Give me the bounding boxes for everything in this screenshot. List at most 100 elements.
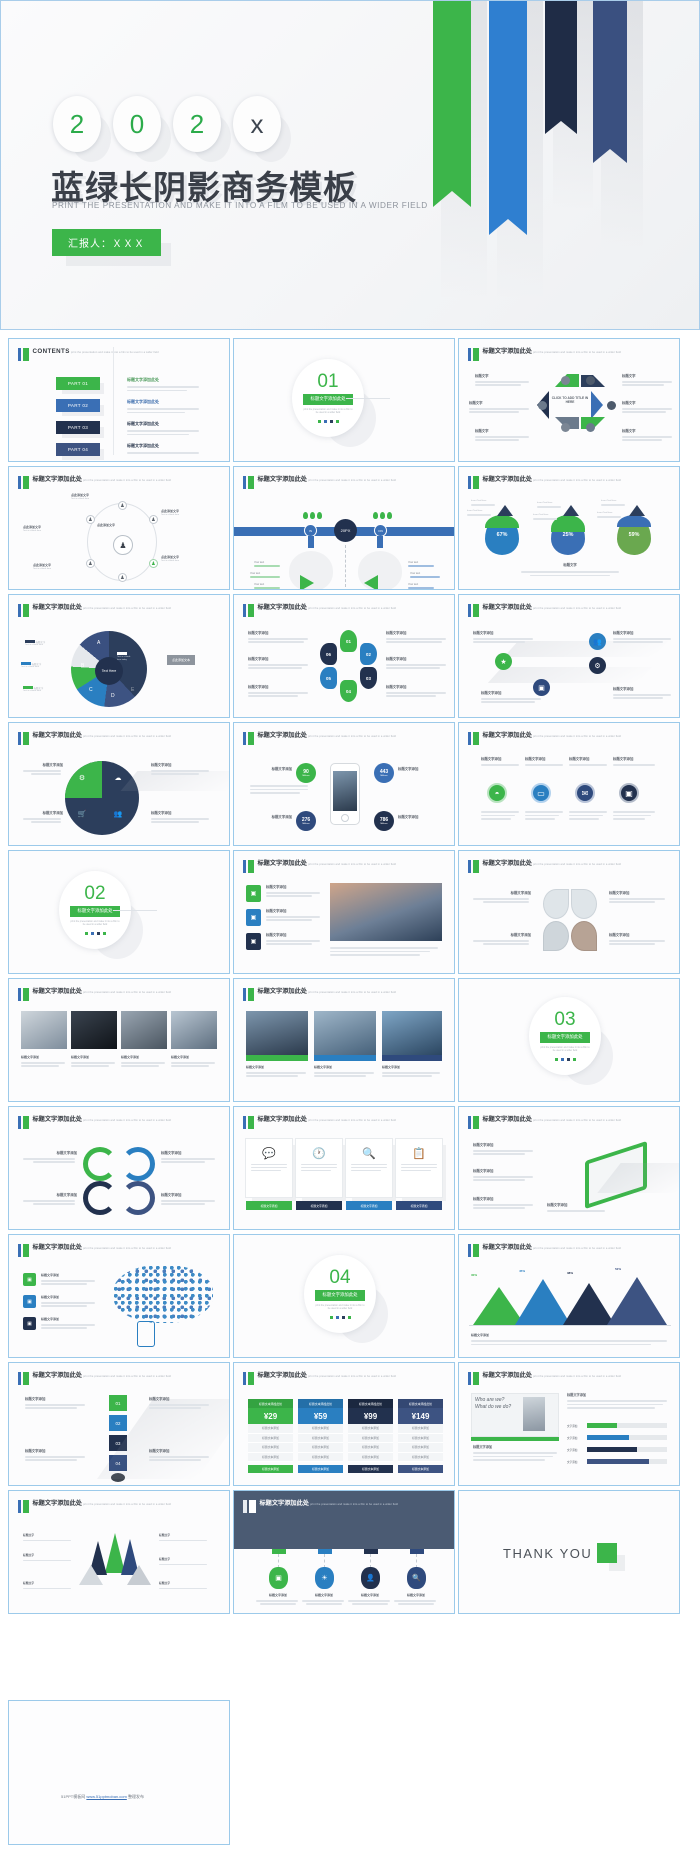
slide-title: 标题文字添加此处 (257, 860, 308, 867)
part-title: 标题文字添加此处 (127, 443, 159, 448)
wheel-node-icon (561, 376, 570, 385)
card-button[interactable]: 标题文字添加 (296, 1201, 342, 1210)
slide-subtitle: print the presentation and make it into … (533, 607, 621, 610)
thumb-phone-stats[interactable]: 标题文字添加此处 print the presentation and make… (233, 722, 455, 846)
footer-credits: 51PPT模板网 www.51pptmoban.com 整理发布 (61, 1794, 144, 1800)
thumb-section-04[interactable]: 04 标题文字添加此处 print the presentation and m… (233, 1234, 455, 1358)
part-chip[interactable]: PART 01 (56, 377, 100, 390)
part-title: 标题文字添加此处 (127, 377, 159, 382)
thumb-section-03[interactable]: 03 标题文字添加此处 print the presentation and m… (458, 978, 680, 1102)
card-button[interactable]: 标题文字添加 (246, 1201, 292, 1210)
thumb-card-row[interactable]: 标题文字添加此处 print the presentation and make… (233, 1106, 455, 1230)
price-head: 标题文本添加此处 (398, 1399, 443, 1408)
timeline-label: 标题文字添加 (406, 1593, 425, 1597)
petal: 02 (360, 643, 377, 665)
origami-label: 标题文字 (159, 1557, 171, 1561)
thumb-circle-icons[interactable]: 标题文字添加此处 print the presentation and make… (8, 722, 230, 846)
thumb-contents[interactable]: CONTENTS print the presentation and make… (8, 338, 230, 462)
thumb-arrows-cycle[interactable]: 标题文字添加此处 print the presentation and make… (8, 1106, 230, 1230)
part-chip[interactable]: PART 04 (56, 443, 100, 456)
pipe-text: Your text (410, 572, 421, 575)
pipe-text: Your text (408, 583, 419, 586)
clock-icon: 🕐 (312, 1148, 326, 1160)
petal-label: 标题文字添加 (248, 657, 269, 661)
section-body: print the presentation and make it into … (70, 919, 120, 926)
thumb-word-cloud[interactable]: 标题文字添加此处 print the presentation and make… (8, 1234, 230, 1358)
thumb-donut[interactable]: 标题文字添加此处 print the presentation and make… (8, 594, 230, 718)
node-icon: ♟ (149, 515, 158, 524)
slide-title: 标题文字添加此处 (32, 1372, 83, 1379)
donut-slice-label: E (131, 687, 135, 693)
price-button[interactable]: 标题文本添加 (398, 1465, 443, 1473)
droplet-caption: 标题文字 (563, 563, 577, 567)
slide-title: 标题文字添加此处 (257, 988, 308, 995)
thumb-clover[interactable]: 标题文字添加此处 print the presentation and make… (458, 850, 680, 974)
person-icon: 👤 (361, 1567, 380, 1589)
thumb-origami[interactable]: 标题文字添加此处 print the presentation and make… (8, 1490, 230, 1614)
footer-link[interactable]: www.51pptmoban.com (86, 1794, 126, 1799)
wheel-center-label: CLICK TO ADD TITLE IN HERE (551, 396, 589, 405)
icon-label: 标题文字添加 (151, 811, 172, 815)
slide-subtitle: print the presentation and make it into … (308, 1119, 396, 1122)
photo-caption: 标题文字添加 (382, 1065, 401, 1069)
card-button[interactable]: 标题文字添加 (346, 1201, 392, 1210)
icon-label: 标题文字添加 (481, 691, 502, 695)
price-button[interactable]: 标题文本添加 (348, 1465, 393, 1473)
origami-label: 标题文字 (159, 1581, 171, 1585)
thumb-hex-wheel[interactable]: 标题文字添加此处 print the presentation and make… (458, 338, 680, 462)
thumb-droplets[interactable]: 标题文字添加此处 print the presentation and make… (458, 466, 680, 590)
slide-subtitle: print the presentation and make it into … (83, 991, 171, 994)
thanks-text-light: YOU (559, 1545, 593, 1561)
slide-title: 标题文字添加此处 (482, 732, 533, 739)
slide-subtitle: print the presentation and make it into … (310, 1503, 398, 1506)
wheel-node-icon (538, 401, 547, 410)
mail-icon: ✉ (575, 783, 595, 803)
thumb-tablet[interactable]: 标题文字添加此处 print the presentation and make… (458, 1106, 680, 1230)
stat-bubble: 443 Millions (374, 763, 394, 783)
chat-icon: 💬 (262, 1148, 276, 1160)
donut-slice-label: C (89, 687, 93, 693)
thumb-rings[interactable]: 标题文字添加此处 print the presentation and make… (458, 722, 680, 846)
thumb-bars-profile[interactable]: 标题文字添加此处 print the presentation and make… (458, 1362, 680, 1486)
section-chip: 标题文字添加此处 (315, 1289, 365, 1301)
cloud-icon: ☁ (114, 775, 122, 782)
thumb-three-photos[interactable]: 标题文字添加此处 print the presentation and make… (233, 978, 455, 1102)
stat-bubble: 276 Millions (296, 811, 316, 831)
slide-subtitle: print the presentation and make it into … (308, 735, 396, 738)
ring-label: 标题文字添加 (481, 757, 502, 761)
thumb-section-01[interactable]: 01 标题文字添加此处 print the presentation and m… (233, 338, 455, 462)
caption-title: 标题文字 (622, 401, 636, 405)
thumb-pipes[interactable]: 标题文字添加此处 print the presentation and make… (233, 466, 455, 590)
section-number: 04 (329, 1266, 351, 1288)
slide-subtitle: print the presentation and make it into … (83, 1503, 171, 1506)
thumb-diagonal-icons[interactable]: 标题文字添加此处 print the presentation and make… (458, 594, 680, 718)
petal: 05 (320, 667, 337, 689)
thumb-section-02[interactable]: 02 标题文字添加此处 print the presentation and m… (8, 850, 230, 974)
part-chip[interactable]: PART 02 (56, 399, 100, 412)
slide-title: 标题文字添加此处 (259, 1500, 310, 1507)
thumb-thank-you[interactable]: THANK YOU (458, 1490, 680, 1614)
thumb-footer-credits[interactable]: 51PPT模板网 www.51pptmoban.com 整理发布 (8, 1700, 230, 1845)
thumb-mountains[interactable]: 标题文字添加此处 print the presentation and make… (458, 1234, 680, 1358)
card-button[interactable]: 标题文字添加 (396, 1201, 442, 1210)
thumb-four-photos[interactable]: 标题文字添加此处 print the presentation and make… (8, 978, 230, 1102)
thumb-pricing[interactable]: 标题文字添加此处 print the presentation and make… (233, 1362, 455, 1486)
price-button[interactable]: 标题文本添加 (298, 1465, 343, 1473)
cloud-list-icon: ▣ (23, 1273, 36, 1286)
thumb-network[interactable]: 标题文字添加此处 print the presentation and make… (8, 466, 230, 590)
price-feature: 标题文本添加 (298, 1433, 343, 1443)
part-chip[interactable]: PART 03 (56, 421, 100, 434)
arrow-label: 标题文字添加 (56, 1151, 77, 1155)
node-icon: ♟ (118, 501, 127, 510)
thumb-petals[interactable]: 标题文字添加此处 print the presentation and make… (233, 594, 455, 718)
thumb-steps-list[interactable]: 标题文字添加此处 print the presentation and make… (8, 1362, 230, 1486)
part-title: 标题文字添加此处 (127, 421, 159, 426)
price-button[interactable]: 标题文本添加 (248, 1465, 293, 1473)
thumb-photo-list[interactable]: 标题文字添加此处 print the presentation and make… (233, 850, 455, 974)
thumb-dark-timeline[interactable]: 标题文字添加此处 print the presentation and make… (233, 1490, 455, 1614)
price-feature: 标题文本添加 (248, 1433, 293, 1443)
price-amount: ¥29 (248, 1408, 293, 1424)
step-label: 标题文字添加 (25, 1449, 46, 1453)
wifi-icon: ◓ (487, 783, 507, 803)
price-feature: 标题文本添加 (398, 1443, 443, 1453)
